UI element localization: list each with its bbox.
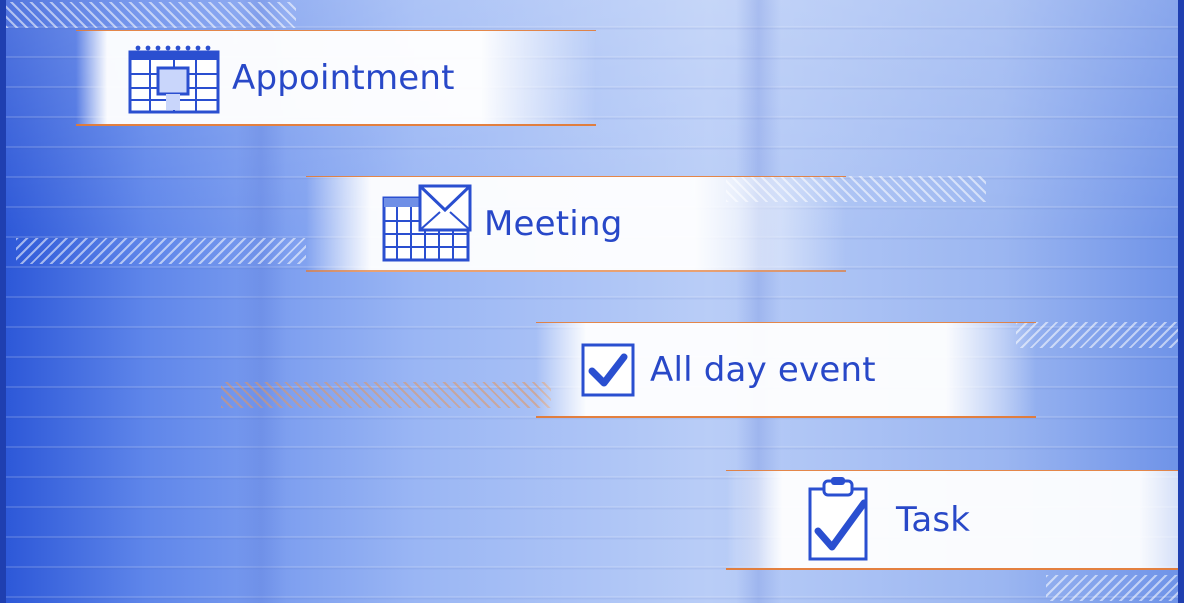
decorative-hatch xyxy=(221,382,551,408)
appointment-item[interactable]: Appointment xyxy=(76,30,596,126)
task-item[interactable]: Task xyxy=(726,470,1178,570)
checkbox-checked-icon xyxy=(578,334,638,406)
slide-canvas: Appointment Meeting All day event Task xyxy=(0,0,1184,603)
clipboard-check-icon xyxy=(804,475,884,565)
meeting-request-icon xyxy=(380,184,472,261)
decorative-hatch xyxy=(1046,575,1178,601)
task-label: Task xyxy=(896,499,971,540)
appointment-label: Appointment xyxy=(232,57,455,98)
decorative-hatch xyxy=(6,2,296,28)
meeting-label: Meeting xyxy=(484,203,623,244)
all-day-event-label: All day event xyxy=(650,349,876,390)
all-day-event-item[interactable]: All day event xyxy=(536,322,1036,418)
decorative-hatch xyxy=(1016,322,1178,348)
decorative-hatch xyxy=(16,238,306,264)
calendar-day-icon xyxy=(128,42,220,114)
meeting-item[interactable]: Meeting xyxy=(306,176,846,272)
